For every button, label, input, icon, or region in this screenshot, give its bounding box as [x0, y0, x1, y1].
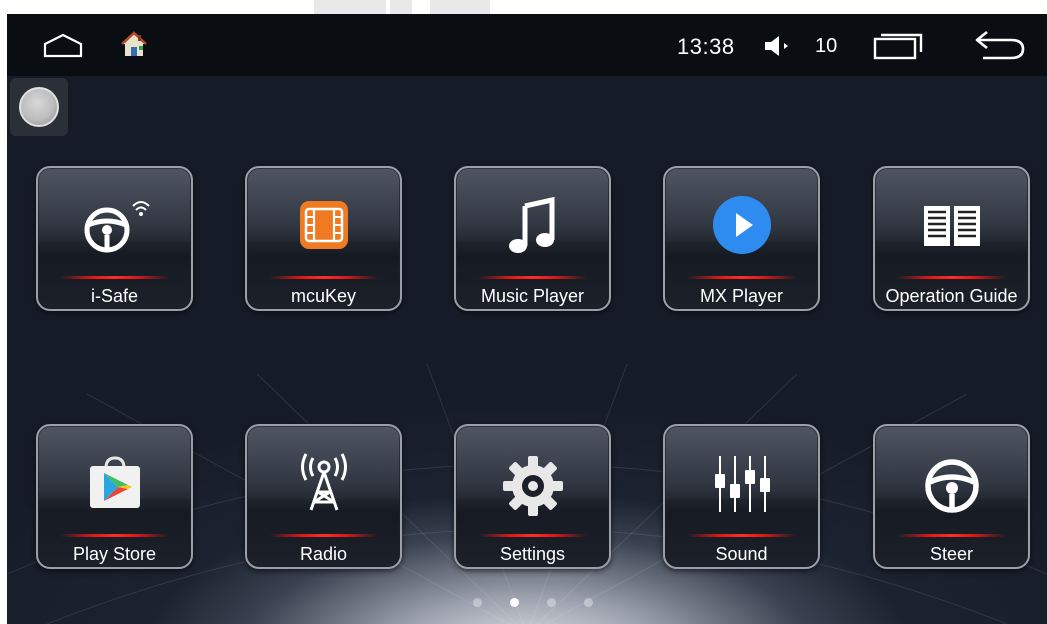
- app-label: Operation Guide: [885, 286, 1018, 306]
- frame-top-tab: [314, 0, 386, 14]
- page-dot-1[interactable]: [473, 598, 482, 607]
- app-tile-settings[interactable]: Settings: [454, 424, 611, 569]
- app-tile-mcukey[interactable]: mcuKey: [245, 166, 402, 311]
- assist-ball-icon: [19, 87, 59, 127]
- music-note-icon: [456, 192, 609, 258]
- status-clock: 13:38: [677, 34, 735, 59]
- app-label: Steer: [929, 544, 974, 564]
- app-label: Settings: [499, 544, 566, 564]
- app-label: Radio: [299, 544, 348, 564]
- launcher-house-icon[interactable]: [119, 30, 149, 63]
- page-dot-3[interactable]: [547, 598, 556, 607]
- steering-wheel-icon: [875, 450, 1028, 516]
- recent-apps-icon[interactable]: [873, 30, 923, 65]
- app-label: MX Player: [699, 286, 784, 306]
- gear-icon: [456, 450, 609, 516]
- app-tile-steer[interactable]: Steer: [873, 424, 1030, 569]
- app-tile-i-safe[interactable]: i-Safe: [36, 166, 193, 311]
- floating-assist-button[interactable]: [10, 78, 68, 136]
- app-tile-sound[interactable]: Sound: [663, 424, 820, 569]
- app-tile-operation-guide[interactable]: Operation Guide: [873, 166, 1030, 311]
- app-label: i-Safe: [90, 286, 139, 306]
- page-dot-4[interactable]: [584, 598, 593, 607]
- home-outline-icon[interactable]: [43, 32, 83, 63]
- page-dot-2-active[interactable]: [510, 598, 519, 607]
- film-strip-icon: [247, 192, 400, 258]
- app-label: Sound: [715, 544, 768, 564]
- status-bar: 13:38 10: [7, 14, 1047, 76]
- radio-tower-icon: [247, 450, 400, 516]
- app-tile-music-player[interactable]: Music Player: [454, 166, 611, 311]
- play-store-bag-icon: [38, 450, 191, 516]
- frame-top-tab: [390, 0, 412, 14]
- back-arrow-icon[interactable]: [973, 28, 1027, 67]
- app-tile-radio[interactable]: Radio: [245, 424, 402, 569]
- page-indicator: [473, 598, 593, 608]
- volume-level: 10: [815, 35, 838, 57]
- app-tile-mx-player[interactable]: MX Player: [663, 166, 820, 311]
- app-label: Play Store: [72, 544, 157, 564]
- frame-top-tab: [430, 0, 490, 14]
- play-circle-icon: [665, 192, 818, 258]
- steering-wheel-wifi-icon: [38, 192, 191, 258]
- app-tile-play-store[interactable]: Play Store: [36, 424, 193, 569]
- app-label: mcuKey: [290, 286, 357, 306]
- equalizer-icon: [665, 450, 818, 516]
- app-label: Music Player: [480, 286, 585, 306]
- open-book-icon: [875, 192, 1028, 258]
- speaker-icon[interactable]: [763, 36, 795, 61]
- home-screen: 13:38 10 i-Safe mcuKey Music Player MX P…: [7, 14, 1047, 624]
